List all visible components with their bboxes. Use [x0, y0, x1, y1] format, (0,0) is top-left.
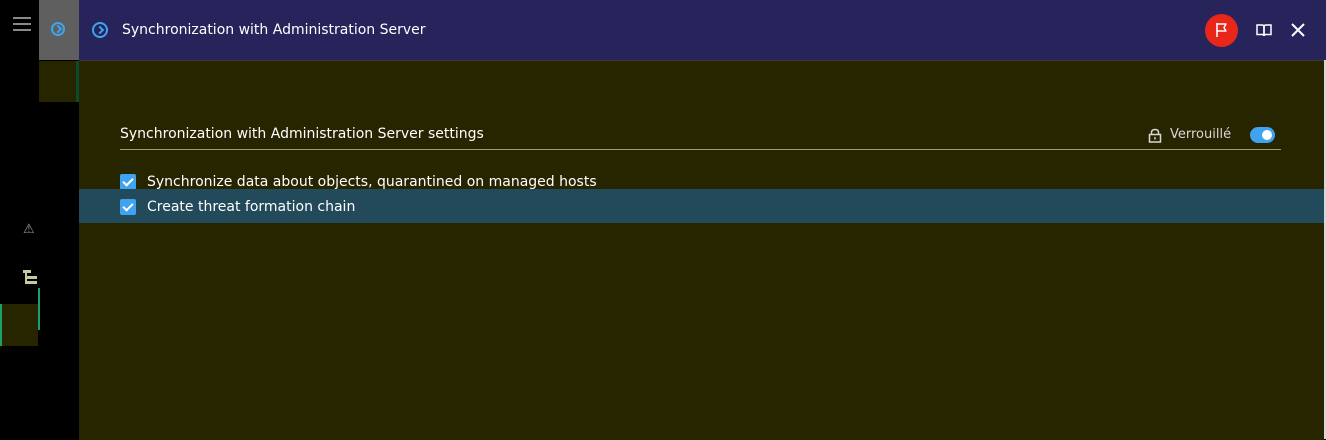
- chevron-circle-icon: [92, 22, 108, 38]
- section-title: Synchronization with Administration Serv…: [120, 126, 484, 142]
- left-rail: ⚠: [0, 0, 79, 439]
- chevron-circle-icon: [51, 22, 65, 36]
- close-button[interactable]: [1288, 20, 1308, 40]
- rail-block: [39, 61, 79, 102]
- warning-icon[interactable]: ⚠: [23, 222, 35, 237]
- flag-icon: [1216, 23, 1227, 37]
- dialog-title: Synchronization with Administration Serv…: [122, 22, 426, 38]
- rail-active-tab[interactable]: [39, 0, 79, 60]
- option-row-selected[interactable]: Create threat formation chain: [79, 189, 1324, 223]
- checkbox-sync-quarantine[interactable]: [120, 174, 136, 190]
- book-icon: [1256, 24, 1272, 37]
- option-label: Create threat formation chain: [147, 199, 356, 215]
- rail-selected-item[interactable]: [0, 304, 38, 346]
- help-button[interactable]: [1254, 20, 1274, 40]
- flag-button[interactable]: [1205, 14, 1238, 47]
- settings-panel: Synchronization with Administration Serv…: [79, 60, 1324, 440]
- option-label: Synchronize data about objects, quaranti…: [147, 174, 597, 190]
- checkbox-threat-chain[interactable]: [120, 199, 136, 215]
- lock-toggle[interactable]: [1250, 127, 1275, 143]
- lock-icon: [1148, 128, 1162, 143]
- tree-icon[interactable]: [23, 270, 39, 286]
- section-divider: [120, 149, 1281, 150]
- dialog-header: Synchronization with Administration Serv…: [79, 0, 1326, 60]
- rail-accent-line: [38, 288, 40, 330]
- lock-label: Verrouillé: [1170, 127, 1232, 142]
- close-icon: [1291, 23, 1305, 37]
- menu-icon[interactable]: [13, 17, 31, 31]
